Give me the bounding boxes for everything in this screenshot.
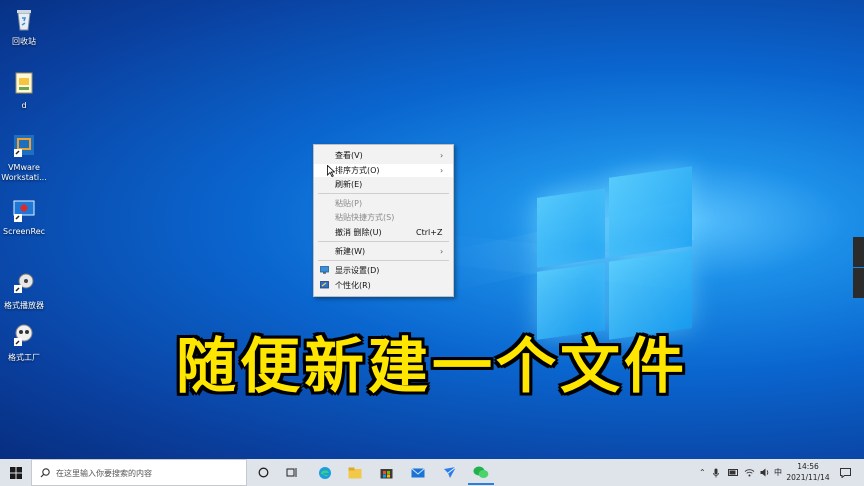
menu-item-label: 粘贴(P)	[335, 199, 363, 208]
taskbar-timeline[interactable]	[281, 459, 303, 486]
clock-time: 14:56	[797, 462, 819, 471]
clock[interactable]: 14:56 2021/11/14	[782, 461, 834, 483]
wechat-icon	[473, 466, 489, 478]
menu-item-display-settings[interactable]: 显示设置(D)	[314, 264, 453, 277]
logo-pane	[537, 188, 605, 268]
start-button[interactable]	[4, 459, 28, 486]
menu-item-paste-shortcut[interactable]: 粘贴快捷方式(S)	[314, 211, 453, 224]
battery-icon[interactable]	[728, 459, 740, 486]
player-icon	[14, 273, 34, 293]
video-caption: 随便新建一个文件	[176, 332, 688, 402]
menu-item-label: 粘贴快捷方式(S)	[335, 213, 395, 222]
desktop-icon-label: d	[21, 101, 27, 110]
menu-item-undo-delete[interactable]: 撤消 删除(U) Ctrl+Z	[314, 226, 453, 239]
menu-item-paste[interactable]: 粘贴(P)	[314, 197, 453, 210]
chevron-right-icon: ›	[440, 166, 444, 175]
search-icon	[40, 468, 50, 478]
microphone-icon[interactable]	[713, 459, 721, 486]
search-box[interactable]: 在这里输入你要搜索的内容	[31, 459, 247, 486]
menu-separator	[318, 260, 449, 261]
taskbar-wechat[interactable]	[468, 459, 494, 486]
edge-icon	[319, 466, 331, 479]
taskbar-edge[interactable]	[313, 459, 337, 486]
tray-overflow-icon[interactable]: ⌃	[699, 459, 709, 486]
menu-separator	[318, 193, 449, 194]
folder-file-icon	[15, 72, 33, 94]
taskbar-task-view[interactable]	[252, 459, 274, 486]
edge-panel-tab[interactable]	[853, 268, 864, 298]
menu-item-shortcut: Ctrl+Z	[416, 228, 443, 237]
desktop-icon-recycle-bin[interactable]: 回收站	[0, 6, 48, 47]
menu-item-label: 新建(W)	[335, 247, 366, 256]
desktop-icon-screenrec[interactable]: ScreenRec	[0, 196, 48, 237]
desktop-icon-vmware[interactable]: VMware Workstati...	[0, 132, 48, 183]
menu-item-label: 显示设置(D)	[335, 266, 380, 275]
wifi-icon[interactable]	[744, 459, 756, 486]
edge-panel-tab[interactable]	[853, 237, 864, 267]
volume-icon[interactable]	[760, 459, 770, 486]
taskbar-feishu[interactable]	[438, 459, 462, 486]
mail-icon	[411, 467, 425, 477]
menu-item-label: 查看(V)	[335, 151, 363, 160]
desktop-icon-label: 回收站	[12, 37, 36, 46]
menu-item-new[interactable]: 新建(W) ›	[314, 245, 453, 258]
menu-item-label: 个性化(R)	[335, 281, 371, 290]
feishu-icon	[444, 466, 457, 478]
vmware-icon	[14, 135, 34, 157]
chevron-right-icon: ›	[440, 151, 444, 160]
desktop-icon-label: 格式播放器	[4, 301, 44, 310]
desktop-icon-player[interactable]: 格式播放器	[0, 270, 48, 311]
taskbar: 在这里输入你要搜索的内容 ⌃ 中 14:56 2021/11/14	[0, 459, 864, 486]
chevron-right-icon: ›	[440, 247, 444, 256]
logo-pane	[609, 166, 692, 258]
active-app-indicator	[468, 483, 494, 485]
taskbar-store[interactable]	[374, 459, 398, 486]
screenrec-icon	[13, 200, 35, 222]
desktop-icon-label: ScreenRec	[2, 227, 46, 236]
notifications-icon[interactable]	[840, 459, 854, 486]
desktop-icon-d[interactable]: d	[0, 70, 48, 111]
desktop[interactable]: 回收站 d VMware Workstati... ScreenRec 格式播放…	[0, 0, 864, 459]
menu-item-view[interactable]: 查看(V) ›	[314, 149, 453, 162]
recycle-bin-icon	[17, 10, 31, 31]
store-icon	[380, 469, 392, 479]
timeline-icon	[286, 468, 297, 477]
task-view-icon	[258, 467, 268, 478]
taskbar-file-explorer[interactable]	[343, 459, 367, 486]
file-explorer-icon	[348, 467, 362, 478]
mouse-cursor-icon	[327, 165, 335, 177]
clock-date: 2021/11/14	[786, 473, 830, 482]
menu-item-label: 刷新(E)	[335, 180, 363, 189]
menu-item-personalize[interactable]: 个性化(R)	[314, 279, 453, 292]
desktop-icon-label: VMware Workstati...	[1, 163, 47, 182]
menu-item-refresh[interactable]: 刷新(E)	[314, 178, 453, 191]
search-placeholder: 在这里输入你要搜索的内容	[56, 469, 152, 478]
personalize-icon	[320, 281, 329, 289]
menu-separator	[318, 241, 449, 242]
menu-item-label: 排序方式(O)	[335, 166, 380, 175]
windows-start-icon	[10, 466, 22, 479]
display-settings-icon	[320, 266, 329, 274]
menu-item-label: 撤消 删除(U)	[335, 228, 382, 237]
taskbar-mail[interactable]	[406, 459, 430, 486]
